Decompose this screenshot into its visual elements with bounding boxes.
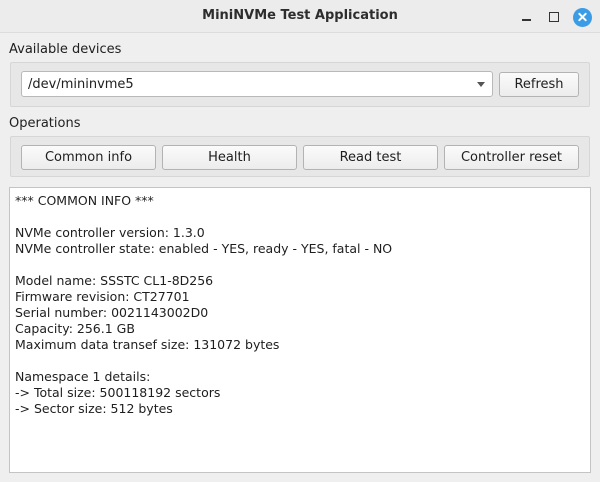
close-icon	[572, 7, 592, 27]
output-line: *** COMMON INFO ***	[15, 193, 154, 208]
operations-label: Operations	[9, 116, 81, 131]
output-line: Firmware revision: CT27701	[15, 289, 190, 304]
output-line: Namespace 1 details:	[15, 369, 151, 384]
output-line: NVMe controller version: 1.3.0	[15, 225, 205, 240]
minimize-icon	[521, 19, 531, 21]
read-test-button[interactable]: Read test	[303, 145, 438, 170]
common-info-button[interactable]: Common info	[21, 145, 156, 170]
available-devices-label: Available devices	[9, 42, 122, 57]
device-select[interactable]: /dev/mininvme5	[21, 71, 493, 97]
chevron-down-icon[interactable]	[477, 82, 485, 87]
maximize-button[interactable]	[544, 7, 564, 27]
refresh-button[interactable]: Refresh	[499, 72, 579, 97]
output-line: Model name: SSSTC CL1-8D256	[15, 273, 214, 288]
output-line: NVMe controller state: enabled - YES, re…	[15, 241, 393, 256]
app-window: MiniNVMe Test Application Available devi…	[0, 0, 600, 482]
output-line: Serial number: 0021143002D0	[15, 305, 209, 320]
output-line: -> Total size: 500118192 sectors	[15, 385, 221, 400]
controller-reset-button[interactable]: Controller reset	[444, 145, 579, 170]
device-select-value: /dev/mininvme5	[28, 77, 134, 92]
output-line: Maximum data transef size: 131072 bytes	[15, 337, 280, 352]
close-button[interactable]	[572, 7, 592, 27]
output-line: -> Sector size: 512 bytes	[15, 401, 173, 416]
title-bar[interactable]: MiniNVMe Test Application	[0, 0, 600, 33]
minimize-button[interactable]	[516, 7, 536, 27]
output-line: Capacity: 256.1 GB	[15, 321, 135, 336]
health-button[interactable]: Health	[162, 145, 297, 170]
output-text-area[interactable]: *** COMMON INFO *** NVMe controller vers…	[9, 187, 591, 473]
window-title: MiniNVMe Test Application	[202, 8, 398, 23]
maximize-icon	[549, 12, 559, 22]
